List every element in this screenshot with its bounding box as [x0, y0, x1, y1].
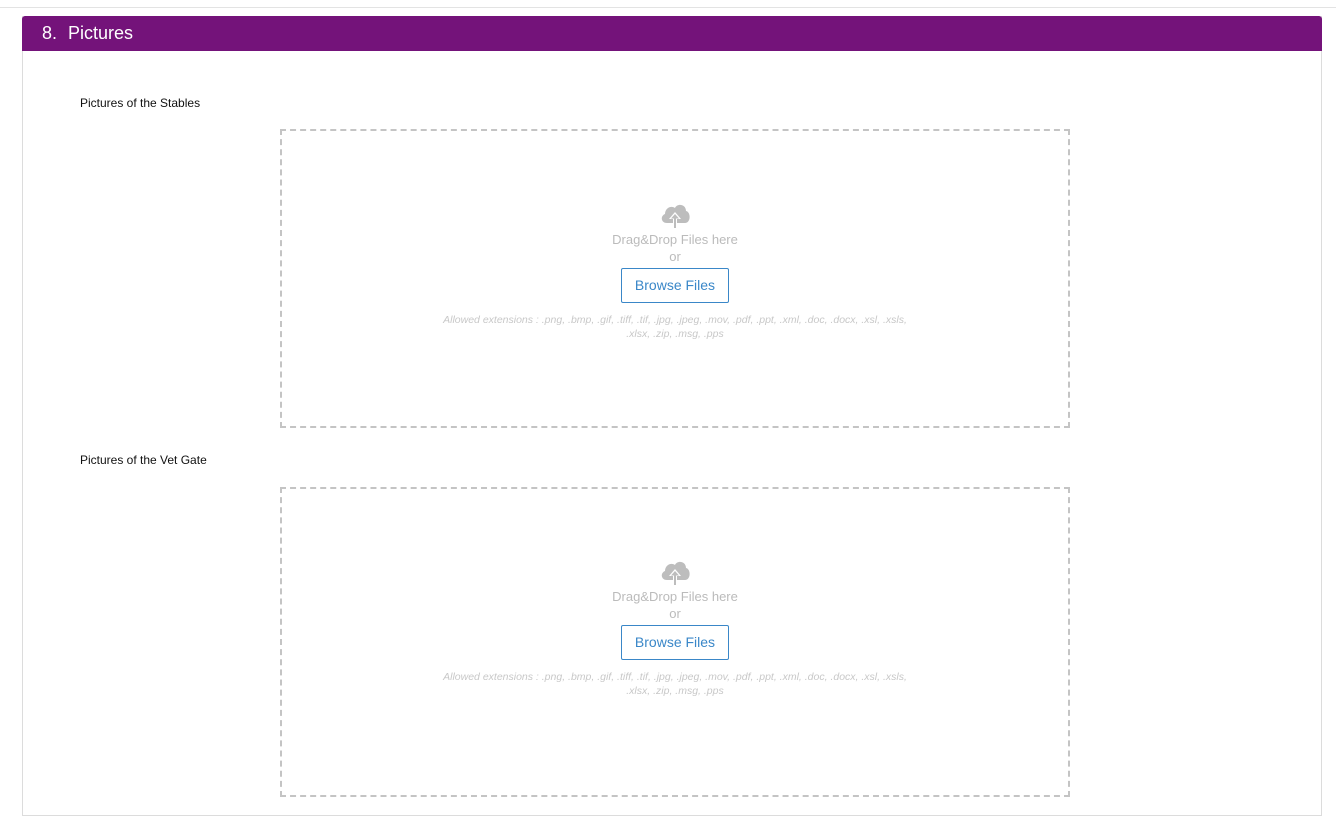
drag-drop-text: Drag&Drop Files here — [612, 232, 738, 247]
allowed-extensions-text: Allowed extensions : .png, .bmp, .gif, .… — [443, 314, 907, 340]
stables-dropzone[interactable]: Drag&Drop Files here or Browse Files All… — [280, 129, 1070, 428]
top-divider — [0, 7, 1336, 8]
or-text: or — [669, 249, 681, 264]
drag-drop-text: Drag&Drop Files here — [612, 589, 738, 604]
section-number: 8. — [42, 23, 58, 43]
section-header: 8. Pictures — [22, 16, 1322, 51]
allowed-extensions-text: Allowed extensions : .png, .bmp, .gif, .… — [443, 671, 907, 697]
vet-gate-dropzone[interactable]: Drag&Drop Files here or Browse Files All… — [280, 487, 1070, 797]
browse-files-button[interactable]: Browse Files — [620, 268, 730, 303]
vet-gate-pictures-label: Pictures of the Vet Gate — [80, 453, 207, 467]
cloud-upload-icon — [661, 204, 690, 229]
stables-pictures-label: Pictures of the Stables — [80, 96, 201, 110]
section-title: Pictures — [68, 23, 134, 43]
or-text: or — [669, 606, 681, 621]
cloud-upload-icon — [661, 561, 690, 586]
browse-files-button[interactable]: Browse Files — [620, 625, 730, 660]
